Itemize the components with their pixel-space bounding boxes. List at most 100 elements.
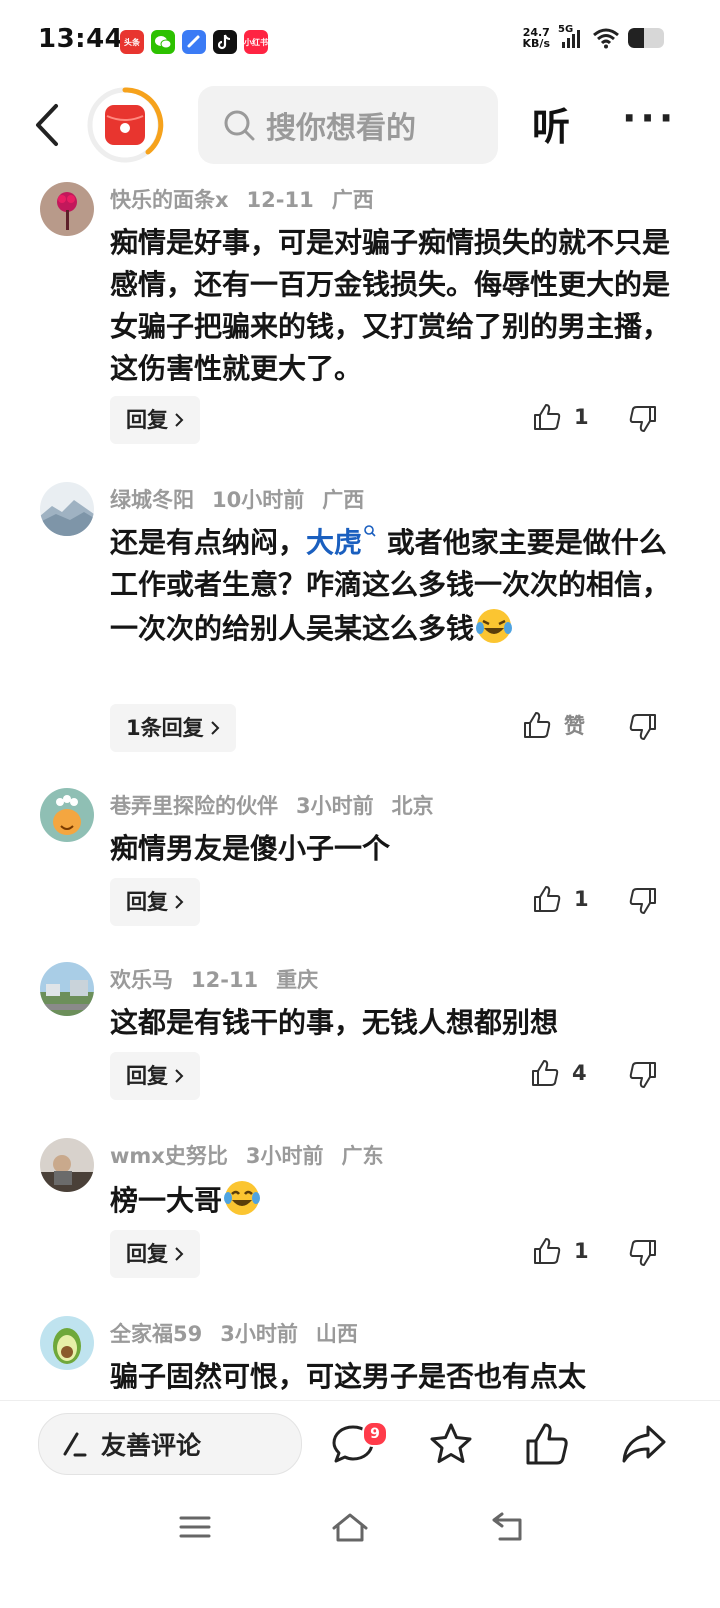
share-arrow-icon: [622, 1425, 666, 1463]
like-count: 1: [574, 887, 589, 911]
return-icon: [492, 1512, 522, 1541]
thumbs-up-icon: [526, 1423, 568, 1465]
search-placeholder: 搜你想看的: [266, 111, 416, 146]
search-icon: [224, 110, 255, 141]
avatar[interactable]: [40, 482, 94, 536]
comment-time: 10小时前: [212, 488, 305, 512]
avatar[interactable]: [40, 1138, 94, 1192]
comment-text: 骗子固然可恨，可这男子是否也有点太: [110, 1360, 587, 1393]
landscape-avatar-icon: [40, 482, 94, 536]
comment-location: 广东: [341, 1144, 384, 1168]
like-article-button[interactable]: [524, 1421, 570, 1471]
reply-button[interactable]: 回复: [110, 878, 200, 926]
network-speed: 24.7 KB/s: [522, 26, 550, 50]
search-bar[interactable]: 搜你想看的: [198, 86, 498, 164]
more-options-button[interactable]: ···: [622, 96, 677, 140]
tears-of-joy-emoji-icon: [224, 1181, 261, 1215]
thumbs-down-icon: [629, 714, 656, 740]
comment-text: 痴情是好事，可是对骗子痴情损失的就不只是感情，还有一百万金钱损失。侮辱性更大的是…: [110, 226, 671, 385]
like-button[interactable]: 1: [532, 884, 589, 914]
comment-location: 北京: [391, 794, 434, 818]
comment-count-badge: 9: [362, 1421, 388, 1447]
comment-time: 3小时前: [220, 1322, 298, 1346]
like-button[interactable]: 1: [532, 1236, 589, 1266]
comment-username[interactable]: 巷弄里探险的伙伴: [110, 794, 278, 818]
home-nav-button[interactable]: [330, 1510, 370, 1548]
chevron-right-icon: [175, 895, 184, 909]
toutiao-logo-button[interactable]: [86, 86, 164, 164]
favorite-button[interactable]: [428, 1421, 474, 1471]
chevron-left-icon: [36, 104, 58, 146]
douyin-app-icon: [213, 30, 237, 54]
photo-avatar-icon: [40, 1138, 94, 1192]
dislike-button[interactable]: [628, 712, 658, 746]
keyword-link[interactable]: 大虎: [306, 525, 377, 559]
chevron-right-icon: [175, 413, 184, 427]
like-label: 赞: [564, 714, 585, 738]
avatar[interactable]: [40, 962, 94, 1016]
replies-button[interactable]: 1条回复: [110, 704, 236, 752]
battery-icon: [628, 28, 664, 48]
dislike-button[interactable]: [628, 1060, 658, 1094]
back-button[interactable]: [28, 100, 68, 150]
comment-time: 3小时前: [245, 1144, 324, 1168]
crying-laughing-emoji-icon: [476, 609, 513, 643]
signal-icon: 5G: [558, 24, 584, 49]
like-count: 1: [574, 1239, 589, 1263]
like-button[interactable]: 1: [532, 402, 589, 432]
comment-text: 这都是有钱干的事，无钱人想都别想: [110, 1006, 559, 1039]
comment-meta: 快乐的面条x 12-11 广西: [110, 184, 392, 214]
xiaohongshu-app-icon: 小红书: [244, 30, 268, 54]
dislike-button[interactable]: [628, 404, 658, 438]
comment-username[interactable]: 欢乐马: [110, 968, 173, 992]
thumbs-up-icon: [534, 1238, 561, 1264]
reply-button[interactable]: 回复: [110, 396, 200, 444]
reply-button[interactable]: 回复: [110, 1052, 200, 1100]
notification-icons: 头条 小红书: [120, 30, 268, 54]
comment-location: 山西: [315, 1322, 358, 1346]
thumbs-up-icon: [534, 404, 561, 430]
dislike-button[interactable]: [628, 886, 658, 920]
rose-avatar-icon: [40, 182, 94, 236]
comment-username[interactable]: wmx史努比: [110, 1144, 228, 1168]
bottom-action-bar: 友善评论 9: [0, 1400, 720, 1487]
avatar[interactable]: [40, 788, 94, 842]
reply-button[interactable]: 回复: [110, 1230, 200, 1278]
system-navigation-bar: [0, 1490, 720, 1608]
comment-time: 3小时前: [296, 794, 374, 818]
comment-input[interactable]: 友善评论: [38, 1413, 302, 1475]
comment-time: 12-11: [191, 968, 259, 992]
comment-meta: 全家福59 3小时前 山西: [110, 1318, 376, 1348]
back-nav-button[interactable]: [490, 1510, 526, 1548]
like-button[interactable]: 4: [530, 1058, 587, 1088]
star-icon: [430, 1423, 472, 1463]
comment-username[interactable]: 全家福59: [110, 1322, 202, 1346]
toutiao-app-icon: 头条: [120, 30, 144, 54]
avatar[interactable]: [40, 182, 94, 236]
search-small-icon: [364, 525, 376, 537]
browser-app-icon: [182, 30, 206, 54]
status-bar: 13:44 头条 小红书 24.7 KB/s 5G: [0, 0, 720, 80]
comment-text: 痴情男友是傻小子一个: [110, 832, 391, 865]
wifi-icon: [593, 28, 619, 49]
comment-username[interactable]: 绿城冬阳: [110, 488, 194, 512]
comment-username[interactable]: 快乐的面条x: [110, 188, 229, 212]
comment-text: 还是有点纳闷，大虎 或者他家主要是做什么工作或者生意？咋滴这么多钱一次次的相信，…: [110, 525, 671, 645]
comment-location: 广西: [331, 188, 374, 212]
thumbs-down-icon: [629, 888, 656, 914]
comment-meta: 巷弄里探险的伙伴 3小时前 北京: [110, 790, 452, 820]
comment-meta: wmx史努比 3小时前 广东: [110, 1140, 401, 1170]
system-status: 24.7 KB/s 5G: [522, 24, 664, 50]
comment-meta: 欢乐马 12-11 重庆: [110, 964, 336, 994]
pen-icon: [63, 1432, 87, 1457]
share-button[interactable]: [620, 1421, 668, 1471]
chevron-right-icon: [210, 721, 220, 735]
dislike-button[interactable]: [628, 1238, 658, 1272]
menu-nav-button[interactable]: [178, 1510, 212, 1548]
comment-location: 广西: [322, 488, 365, 512]
like-button[interactable]: 赞: [522, 710, 585, 740]
chevron-right-icon: [175, 1247, 184, 1261]
thumbs-up-icon: [532, 1060, 559, 1086]
avatar[interactable]: [40, 1316, 94, 1370]
listen-button[interactable]: 听: [532, 96, 570, 151]
